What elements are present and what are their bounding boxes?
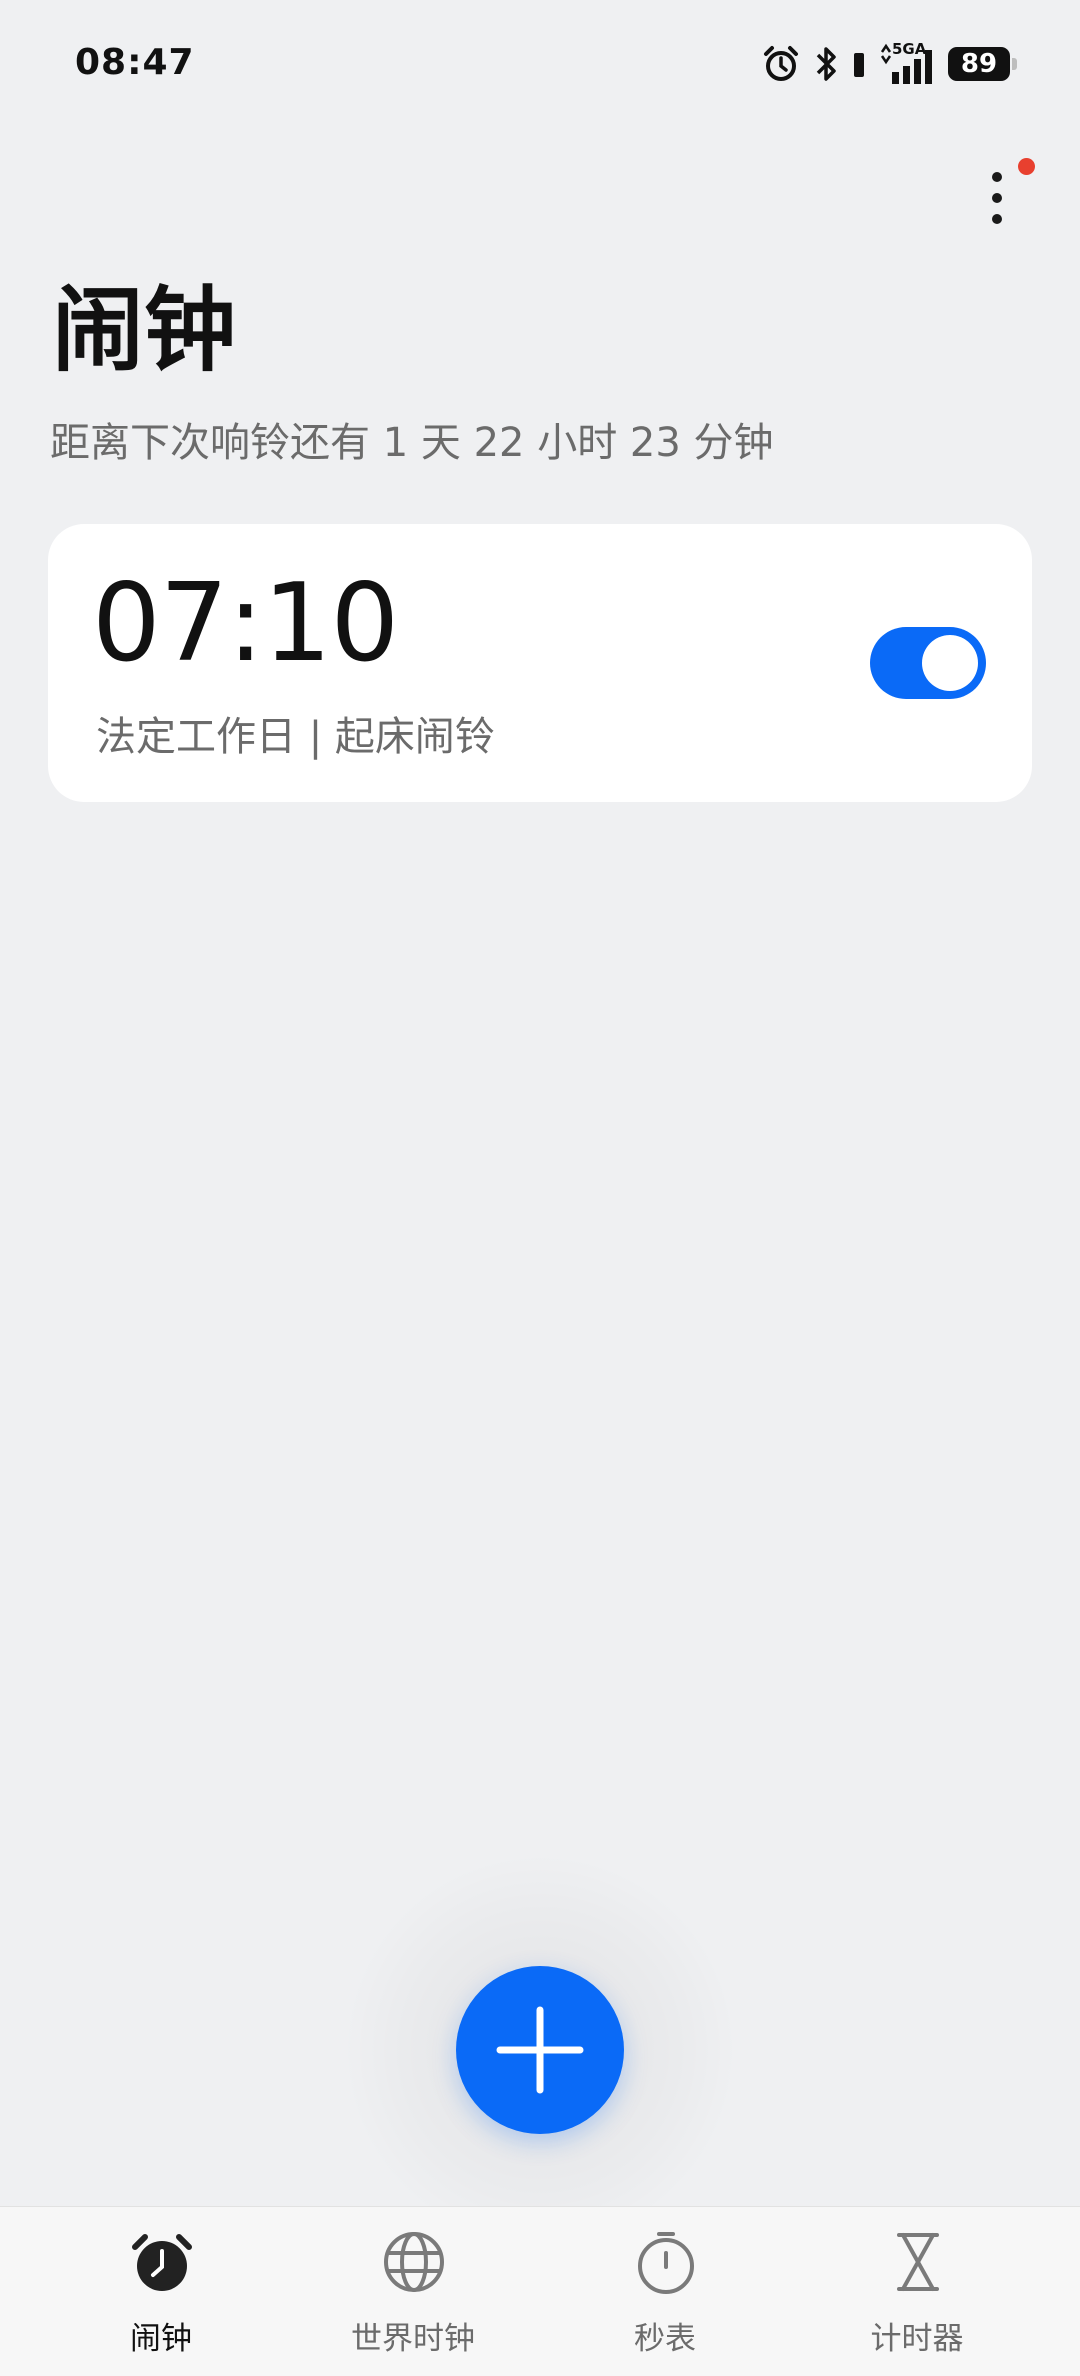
clock-app-screen: 08:47 5GA 89 闹钟 距离下次响铃还有 1 天 22 小时 23 分钟…	[0, 0, 1080, 2376]
globe-icon	[384, 2232, 444, 2292]
status-icons: 5GA 89	[762, 40, 1017, 88]
nav-item-stopwatch[interactable]: 秒表	[565, 2225, 765, 2375]
network-type-label: 5GA	[892, 40, 927, 58]
stopwatch-icon	[638, 2232, 694, 2294]
nav-label: 世界时钟	[351, 2321, 475, 2357]
more-dot	[992, 214, 1002, 224]
more-dot	[992, 172, 1002, 182]
nav-label: 闹钟	[130, 2321, 192, 2357]
alarm-clock-icon	[132, 2234, 192, 2291]
notification-dot	[1018, 158, 1035, 175]
nav-label: 秒表	[634, 2321, 696, 2357]
more-options-button[interactable]	[975, 160, 1019, 236]
bluetooth-icon	[814, 45, 840, 83]
alarm-time: 07:10	[92, 561, 399, 686]
signal-icon: 5GA	[878, 40, 934, 86]
next-alarm-countdown: 距离下次响铃还有 1 天 22 小时 23 分钟	[50, 420, 774, 466]
status-time: 08:47	[75, 42, 195, 83]
battery-icon: 89	[948, 47, 1017, 81]
status-bar: 08:47 5GA 89	[0, 0, 1080, 130]
alarm-card[interactable]: 07:10 法定工作日 | 起床闹铃	[48, 524, 1032, 802]
alarm-description: 法定工作日 | 起床闹铃	[96, 714, 495, 760]
bottom-navigation: 闹钟 世界时钟 秒表 计时器	[0, 2206, 1080, 2376]
page-title: 闹钟	[52, 277, 237, 384]
nav-item-alarm[interactable]: 闹钟	[61, 2225, 261, 2375]
toggle-knob	[922, 635, 978, 691]
add-alarm-button[interactable]	[456, 1966, 624, 2134]
nav-label: 计时器	[870, 2321, 964, 2357]
battery-saver-icon	[854, 49, 864, 79]
alarm-icon	[762, 45, 800, 83]
nav-item-world-clock[interactable]: 世界时钟	[313, 2225, 513, 2375]
nav-item-timer[interactable]: 计时器	[817, 2225, 1017, 2375]
plus-icon	[496, 2006, 584, 2094]
hourglass-icon	[897, 2233, 939, 2291]
more-dot	[992, 193, 1002, 203]
alarm-toggle[interactable]	[870, 627, 986, 699]
